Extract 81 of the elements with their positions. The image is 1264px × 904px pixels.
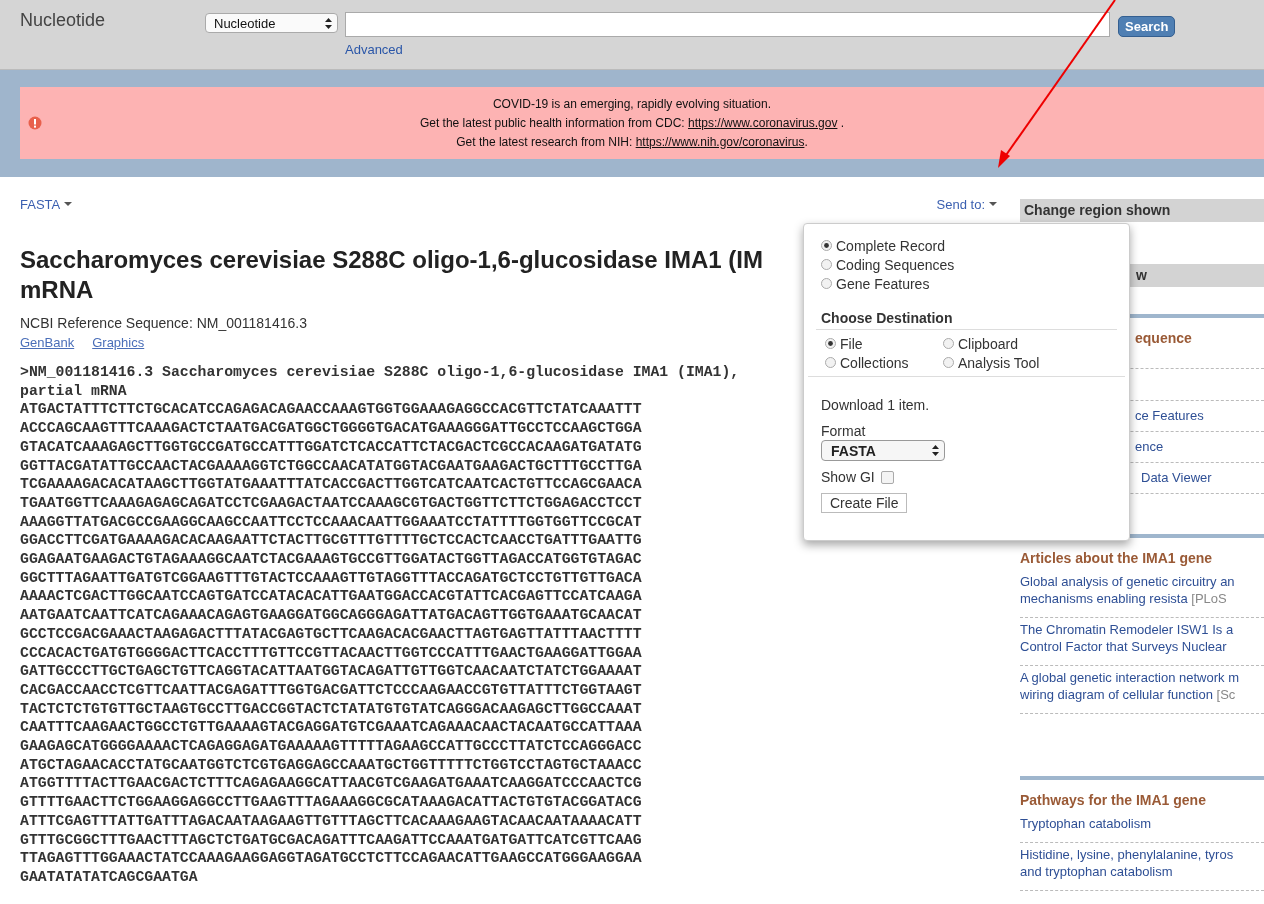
radio-label: Clipboard — [958, 335, 1018, 352]
radio-button[interactable] — [825, 357, 836, 368]
updown-icon — [325, 17, 332, 29]
article-link[interactable]: A global genetic interaction network m wiring diagram of cellular function [Sc — [1020, 669, 1239, 703]
sequence-line: GCCTCCGACGAAACTAAGAGACTTTATACGAGTGCTTCAAGACACGAACTTAGTGAGTTATTTAACTTTT — [20, 624, 642, 644]
sequence-line: GGTTACGATATTGCCAACTACGAAAAGGTCTGGCCAACATATGGTACGAATGAAGACTGCTTTGCCTTGA — [20, 456, 642, 476]
advanced-link[interactable]: Advanced — [345, 42, 1110, 57]
alert-text: Get the latest research from NIH: https://www.nih.gov/coronavirus. — [456, 133, 808, 151]
sequence-line: GTACATCAAAGAGCTTGGTGCCGATGCCATTTGGATCTCACCATTCTACGACTCGCCACAAGATGATATG — [20, 437, 642, 457]
section-title: Articles about the IMA1 gene — [1020, 550, 1214, 566]
sequence-line: GTTTGCGGCTTTGAACTTTAGCTCTGATGCGACAGATTTCAAGATTCCAAATGATGATTCATCGTTCAAG — [20, 830, 642, 850]
article-link[interactable]: Global analysis of genetic circuitry an mechanisms enabling resista [PLoS — [1020, 573, 1235, 607]
sequence-line: GATTGCCCTTGCTGAGCTGTTCAGGTACATTAATGGTACAGATTGTTGGTCAACAATCTATCTGGAAAAT — [20, 662, 642, 681]
sequence-line: TTAGAGTTTGGAAACTATCCAAAGAAGGAGGTAGATGCCTCTTCCAGAACATTGAAGCCATGGGAAGGAA — [20, 849, 642, 868]
source-label: [Sc — [1216, 687, 1236, 702]
article-link[interactable]: The Chromatin Remodeler ISW1 Is a Control Factor that Surveys Nuclear — [1020, 621, 1234, 655]
alert-icon — [28, 116, 42, 130]
search-button[interactable]: Search — [1118, 16, 1176, 37]
radio-label: Coding Sequences — [836, 256, 955, 273]
sidebar-link[interactable]: ce Features — [1135, 407, 1204, 424]
format-select[interactable]: FASTA — [821, 440, 945, 461]
download-text: Download 1 item. — [821, 397, 931, 413]
record-link[interactable]: GenBank — [20, 335, 75, 350]
sequence-line: CACGACCAACCTCGTTCAATTACGAGATTTGGTGACGATTCTCCCAAGAACCGTGTTATTTCTGGTAAGT — [20, 680, 642, 700]
format-menu[interactable]: FASTA — [20, 197, 73, 212]
updown-icon — [932, 445, 939, 456]
reference-text: NCBI Reference Sequence: NM_001181416.3 — [20, 315, 307, 331]
radio-label: Gene Features — [836, 275, 930, 292]
section-header: Change region shown — [1020, 199, 1264, 222]
fasta-header: >NM_001181416.3 Saccharomyces cerevisiae S288C oligo-1,6-glucosidase IMA1 (IMA1), — [20, 363, 740, 382]
checkbox-label: Show GI — [821, 469, 875, 485]
radio-button[interactable] — [821, 278, 832, 289]
record-title: Saccharomyces cerevisiae S288C oligo-1,6-glucosidase IMA1 (IM mRNA — [20, 245, 763, 305]
alert-link[interactable]: https://www.coronavirus.gov — [688, 115, 838, 130]
article-link[interactable]: Tryptophan catabolism — [1020, 815, 1152, 832]
radio-button[interactable] — [943, 338, 954, 349]
caret-icon — [989, 202, 997, 207]
radio-button[interactable] — [821, 240, 832, 251]
sequence-line: ATGGTTTTACTTGAACGACTCTTTCAGAGAAGGCATTAACGTCGAAGATGAAATCAAGGATCCCAACTCG — [20, 774, 642, 794]
sidebar-link[interactable]: Data Viewer — [1141, 469, 1212, 486]
sequence-line: AAAACTCGACTTGGCAATCCAGTGATCCATACACATTGAATGGACCACGTATTCACGAGTTCCATCAAGA — [20, 587, 642, 607]
alert-text: COVID-19 is an emerging, rapidly evolving situation. — [492, 95, 772, 113]
sequence-line: ATGACTATTTCTTCTGCACATCCAGAGACAGAACCAAAGTGGTGGAAAGAGGCCACGTTCTATCAAATTT — [20, 400, 642, 420]
sequence-line: GAAGAGCATGGGGAAAACTCAGAGGAGATGAAAAAGTTTTTAGAAGCCATTGCCCTTATCTCCAGGGACC — [20, 737, 642, 756]
sequence-line: GGACCTTCGATGAAAAGACACAAGAATTCTACTTGCGTTTGTTTTGCTCCACTCAACCTGATTTGAATTG — [20, 531, 642, 551]
checkbox[interactable] — [880, 470, 894, 484]
sequence-line: AATGAATCAATTCATCAGAAACAGAGTGAAGGATGGCAGGGAGATTATGACAGTTGGTGAAATGCAACAT — [20, 606, 642, 625]
radio-label: Complete Record — [836, 237, 945, 254]
sequence-line: GGAGAATGAAGACTGTAGAAAGGCAATCTACGAAAGTGCCGTTGGATACTGGTTAGACCATGGTGTAGAC — [20, 550, 642, 569]
radio-button[interactable] — [821, 259, 832, 270]
format-label: Format — [821, 423, 867, 439]
sequence-line: GTTTTGAACTTCTGGAAGGAGGCCTTGAAGTTTAGAAAGGCGCATAAAGACATTACTGTGTACGGATACG — [20, 793, 642, 812]
sequence-line: AAAGGTTATGACGCCGAAGGCAAGCCAATTCCTCCAAACAATTGGAAATCCTATTTTGGTGGTTCCGCAT — [20, 512, 642, 532]
sequence-line: CCCACACTGATGTGGGGACTTCACCTTTGTTCCGTTACAACTTGGTCCCATTTGAACTGAAGGATTGGAA — [20, 643, 642, 663]
sequence-line: TCGAAAAGACACATAAGCTTGGTATGAAATTTATCACCGACTTGGTCATCAATCACTGTTCCAGCGAACA — [20, 475, 642, 494]
database-select[interactable]: Nucleotide — [205, 13, 338, 33]
send-to-menu[interactable]: Send to: — [936, 197, 997, 212]
sequence-line: ACCCAGCAAGTTTCAAAGACTCTAATGACGATGGCTGGGGTGACATGAAAGGGATTGCCTCCAAGCTGGA — [20, 419, 642, 438]
alert-text: Get the latest public health information from CDC: https://www.coronavirus.gov . — [419, 114, 845, 132]
radio-label: File — [840, 335, 863, 352]
sidebar-link[interactable]: ence — [1135, 438, 1164, 455]
section-heading: Choose Destination — [816, 310, 1117, 330]
create-file-button[interactable]: Create File — [821, 493, 908, 513]
article-link[interactable]: Histidine, lysine, phenylalanine, tyros and tryptophan catabolism — [1020, 846, 1234, 880]
sequence-line: GGCTTTAGAATTGATGTCGGAAGTTTGTACTCCAAAGTTGTAGGTTTACCAGATGCTCCTGTTGTTGACA — [20, 568, 642, 588]
sequence-line: ATTTCGAGTTTATTGATTTAGACAATAAGAAGTTGTTTAGCTTCACAAAGAAGTACAACAATAAAACATT — [20, 811, 642, 831]
sequence-line: CAATTTCAAGAACTGGCCTGTTGAAAAGTACGAGGATGTCGAAATCAGAAACAACTACAATGCCATTAAA — [20, 718, 642, 738]
radio-button[interactable] — [943, 357, 954, 368]
fasta-header: partial mRNA — [20, 381, 127, 401]
caret-icon — [64, 202, 73, 207]
section-title: Pathways for the IMA1 gene — [1020, 792, 1207, 808]
database-title: Nucleotide — [20, 10, 107, 31]
radio-button[interactable] — [825, 338, 836, 349]
source-label: [PLoS — [1191, 591, 1227, 606]
record-link[interactable]: Graphics — [92, 335, 145, 350]
sequence-line: GAATATATATCAGCGAATGA — [20, 868, 198, 887]
search-field[interactable] — [345, 12, 1110, 37]
sequence-line: TACTCTCTGTGTTGCTAAGTGCCTTGACCGGTACTCTATATGTGTATCAGGGACAAGAGCTTGGCCAAAT — [20, 699, 642, 719]
radio-label: Collections — [840, 354, 909, 371]
sequence-line: ATGCTAGAACACCTATGCAATGGTCTCGTGAGGAGCCAAATGCTGGTTTTTCTGGTCCTAGTGCTAAACC — [20, 755, 642, 775]
sequence-line: TGAATGGTTCAAAGAGAGCAGATCCTCGAAGACTAATCCAAAGCGTGACTGGTTCTTCTGGAGACCTCCT — [20, 493, 642, 513]
